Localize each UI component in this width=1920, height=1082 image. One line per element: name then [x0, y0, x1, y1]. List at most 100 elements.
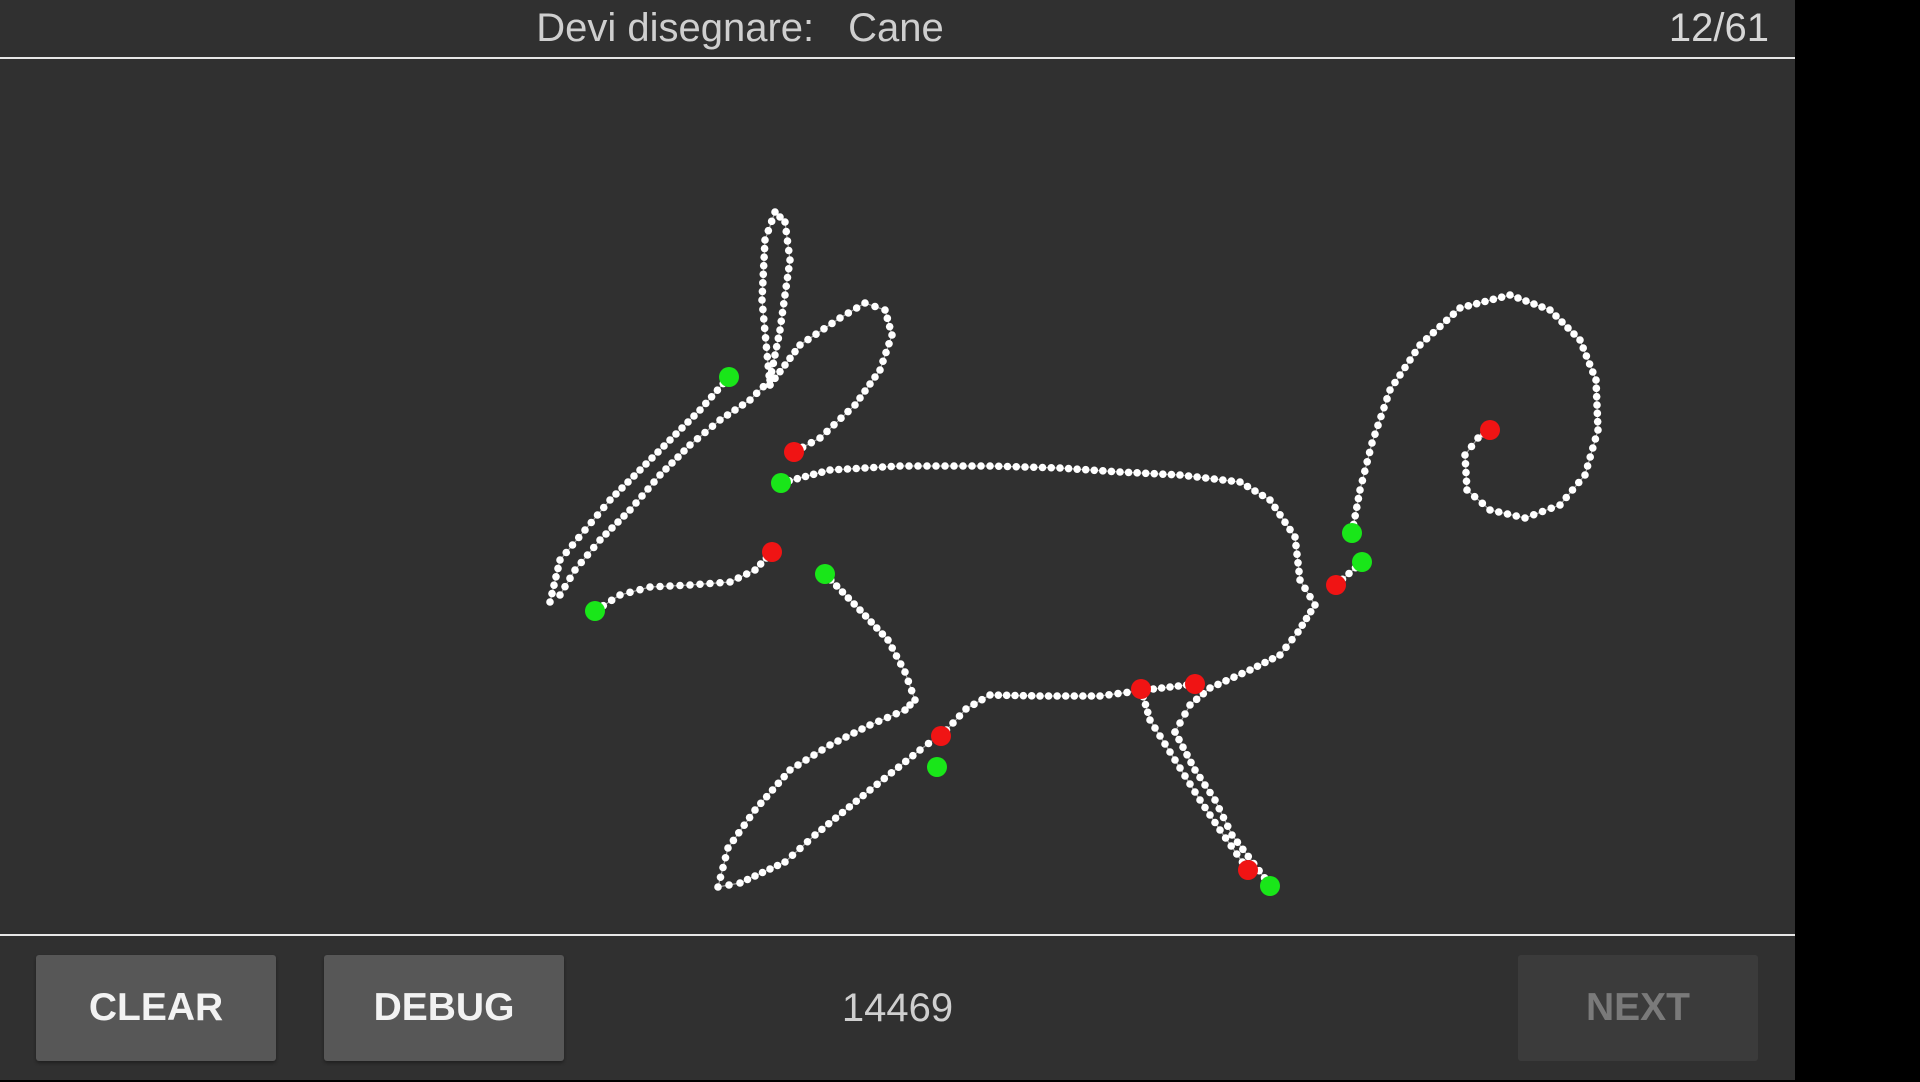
- stroke-point: [702, 399, 710, 408]
- stroke-point: [1143, 708, 1152, 717]
- stroke-point: [1593, 409, 1602, 418]
- stroke-point: [1141, 469, 1150, 478]
- stroke-point: [620, 512, 628, 520]
- stroke-point: [896, 660, 905, 668]
- stroke-point: [856, 394, 864, 402]
- stroke-point: [756, 560, 765, 568]
- stroke-point: [1529, 510, 1538, 519]
- stroke-point: [962, 705, 970, 713]
- stroke-point: [871, 373, 879, 381]
- stroke-point: [1236, 478, 1244, 486]
- stroke-point: [885, 322, 894, 331]
- stroke-point: [869, 463, 878, 472]
- sketch-stroke: [1348, 291, 1602, 537]
- stroke-point: [1157, 684, 1166, 692]
- stroke-point: [801, 472, 810, 481]
- stroke-point: [896, 462, 904, 470]
- stroke-point: [1151, 724, 1159, 732]
- stroke-point: [1592, 384, 1601, 393]
- stroke-point: [859, 791, 867, 800]
- stroke-point: [1056, 464, 1064, 472]
- stroke-point: [734, 574, 743, 582]
- stroke-point: [607, 596, 616, 605]
- stroke-end-marker: [1480, 420, 1500, 440]
- stroke-point: [784, 246, 793, 255]
- stroke-point: [843, 465, 852, 473]
- stroke-point: [874, 717, 883, 726]
- stroke-point: [1558, 318, 1566, 326]
- stroke-point: [1114, 689, 1122, 698]
- stroke-point: [1592, 376, 1600, 384]
- stroke-point: [850, 600, 858, 608]
- stroke-point: [1201, 781, 1209, 789]
- stroke-point: [832, 582, 841, 590]
- stroke-point: [1582, 352, 1591, 360]
- stroke-point: [901, 706, 909, 714]
- stroke-point: [716, 578, 724, 587]
- stroke-point: [614, 518, 622, 526]
- stroke-point: [762, 343, 771, 352]
- stroke-point: [861, 612, 870, 620]
- stroke-point: [642, 460, 650, 468]
- stroke-point: [1377, 412, 1385, 421]
- stroke-point: [1436, 322, 1444, 331]
- stroke-point: [941, 462, 949, 470]
- stroke-point: [909, 751, 917, 760]
- stroke-point: [1380, 403, 1388, 412]
- stroke-point: [736, 879, 744, 887]
- stroke-point: [1470, 492, 1479, 501]
- stroke-point: [1592, 392, 1601, 401]
- stroke-point: [1538, 303, 1546, 311]
- stroke-point: [766, 865, 774, 873]
- stroke-point: [1306, 592, 1314, 601]
- stroke-point: [1593, 401, 1601, 409]
- stroke-point: [1176, 764, 1184, 772]
- stroke-point: [1181, 710, 1189, 718]
- clear-button[interactable]: CLEAR: [36, 955, 276, 1061]
- stroke-point: [884, 636, 892, 644]
- stroke-point: [852, 464, 861, 473]
- stroke-point: [901, 668, 909, 676]
- stroke-point: [1593, 417, 1602, 426]
- stroke-point: [650, 478, 658, 486]
- stroke-point: [690, 412, 698, 420]
- stroke-point: [1391, 378, 1399, 387]
- stroke-point: [970, 700, 978, 709]
- stroke-point: [707, 393, 716, 401]
- stroke-point: [626, 506, 634, 514]
- stroke-point: [554, 564, 562, 573]
- stroke-point: [978, 695, 986, 704]
- stroke-point: [1079, 692, 1087, 700]
- stroke-point: [1019, 691, 1028, 700]
- stroke-point: [568, 541, 577, 549]
- stroke-point: [644, 485, 652, 493]
- stroke-point: [746, 396, 754, 404]
- stroke-point: [838, 588, 847, 596]
- next-button[interactable]: NEXT: [1518, 955, 1758, 1061]
- stroke-point: [1181, 772, 1189, 780]
- stroke-point: [878, 630, 887, 638]
- stroke-point: [905, 462, 913, 470]
- stroke-point: [777, 317, 786, 326]
- stroke-point: [776, 367, 784, 376]
- stroke-point: [1184, 472, 1193, 480]
- stroke-point: [867, 618, 875, 626]
- stroke-point: [1568, 486, 1577, 494]
- debug-button[interactable]: DEBUG: [324, 955, 564, 1061]
- stroke-point: [616, 591, 624, 599]
- stroke-point: [767, 217, 776, 226]
- stroke-start-marker: [1352, 552, 1372, 572]
- stroke-point: [873, 780, 881, 789]
- stroke-point: [1166, 748, 1174, 756]
- drawing-canvas[interactable]: [0, 59, 1795, 934]
- drawing-svg[interactable]: [0, 59, 1795, 934]
- stroke-point: [834, 465, 843, 474]
- stroke-start-marker: [927, 757, 947, 777]
- stroke-point: [660, 442, 668, 450]
- stroke-point: [668, 459, 676, 467]
- stroke-point: [866, 786, 874, 794]
- stroke-point: [577, 558, 586, 567]
- stroke-point: [856, 606, 864, 614]
- sketch-stroke: [936, 680, 1199, 741]
- stroke-point: [1497, 293, 1506, 301]
